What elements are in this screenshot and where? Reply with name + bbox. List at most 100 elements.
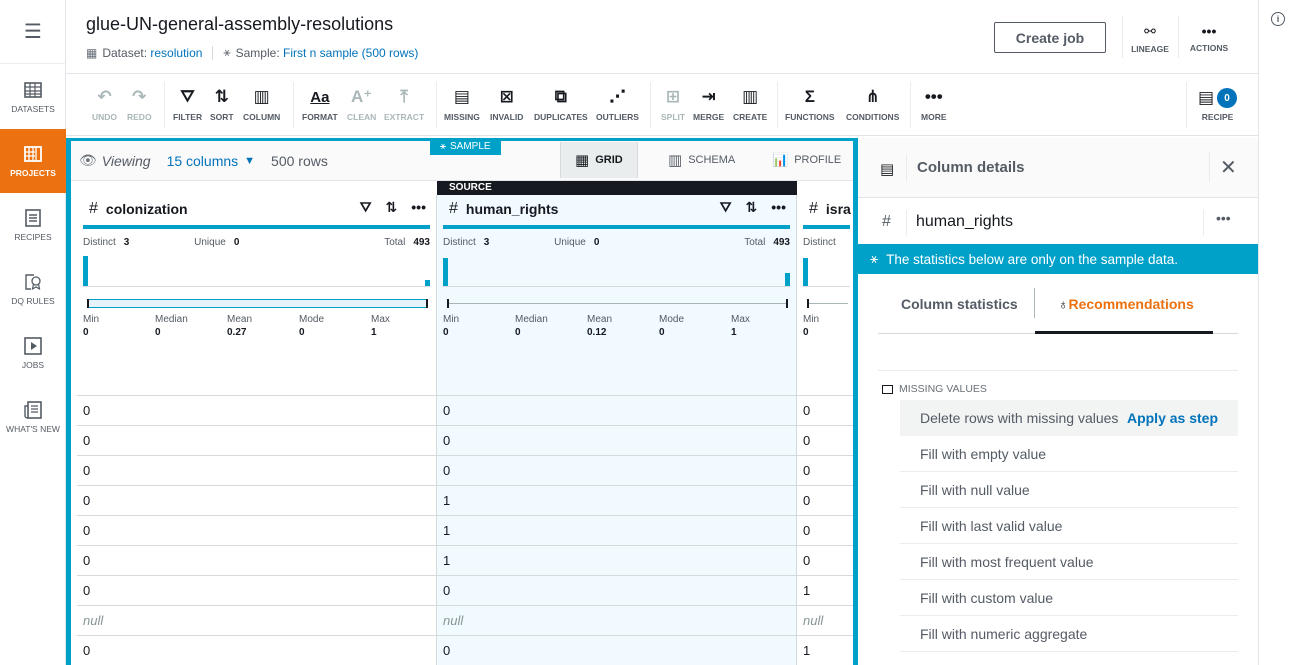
nav-jobs[interactable]: JOBS: [0, 322, 66, 384]
nav-datasets[interactable]: DATASETS: [0, 66, 66, 128]
table-cell[interactable]: 0: [77, 515, 436, 545]
table-cell[interactable]: 0: [797, 455, 853, 485]
undo-button[interactable]: ↶ UNDO: [92, 86, 117, 122]
sort-button[interactable]: ⇅ SORT: [210, 86, 234, 122]
table-cell[interactable]: 1: [797, 635, 853, 665]
column-header[interactable]: # human_rights ⛛ ⇅ •••: [437, 195, 796, 223]
table-cell[interactable]: 0: [437, 395, 796, 425]
table-cell[interactable]: 0: [77, 455, 436, 485]
recommendation-item[interactable]: Fill with null value: [900, 472, 1238, 508]
table-cell[interactable]: 1: [437, 515, 796, 545]
create-button[interactable]: ▥ CREATE: [733, 86, 767, 122]
invalid-button[interactable]: ⊠ INVALID: [490, 86, 523, 122]
column-more-icon[interactable]: •••: [1216, 210, 1231, 226]
table-cell[interactable]: 0: [77, 545, 436, 575]
details-doc-icon: ▤: [880, 161, 895, 178]
lineage-button[interactable]: ⚯ LINEAGE: [1130, 18, 1170, 58]
column-filter-icon[interactable]: ⛛: [360, 199, 372, 216]
column-header[interactable]: # colonization ⛛ ⇅ •••: [77, 195, 436, 223]
caret-down-icon[interactable]: ▼: [244, 155, 255, 167]
redo-button[interactable]: ↷ REDO: [127, 86, 152, 122]
stat-max: Max 1: [371, 314, 390, 338]
table-cell[interactable]: 0: [437, 575, 796, 605]
column-sort-icon[interactable]: ⇅: [746, 199, 758, 216]
lineage-icon: ⚯: [1144, 22, 1156, 39]
format-button[interactable]: Aa FORMAT: [302, 86, 338, 123]
tab-profile[interactable]: 📊 PROFILE: [758, 142, 853, 178]
range-plot: [807, 299, 848, 308]
info-icon[interactable]: i: [1271, 12, 1285, 26]
tab-schema[interactable]: ▥ SCHEMA: [654, 142, 749, 178]
table-cell[interactable]: 1: [797, 575, 853, 605]
recommendation-item[interactable]: Fill with last valid value: [900, 508, 1238, 544]
filter-button[interactable]: ⛛ FILTER: [173, 86, 202, 122]
nav-recipes[interactable]: RECIPES: [0, 194, 66, 256]
table-cell[interactable]: 0: [797, 545, 853, 575]
table-cell[interactable]: 0: [797, 485, 853, 515]
column-button[interactable]: ▥ COLUMN: [243, 86, 280, 122]
table-cell[interactable]: 0: [77, 575, 436, 605]
sample-link[interactable]: First n sample (500 rows): [283, 46, 418, 60]
tab-grid[interactable]: ▦ GRID: [560, 142, 638, 178]
recommendation-item[interactable]: Delete rows with missing values Apply as …: [900, 400, 1238, 436]
recommendation-item[interactable]: Fill with empty value: [900, 436, 1238, 472]
grid-column-human_rights[interactable]: # human_rights ⛛ ⇅ ••• Distinct 3 Unique 0 Total 4…: [437, 195, 797, 665]
tab-column-statistics[interactable]: Column statistics: [901, 296, 1018, 312]
merge-button[interactable]: ⇥ MERGE: [693, 86, 724, 122]
table-cell[interactable]: 0: [797, 515, 853, 545]
recommendation-item[interactable]: Fill with numeric aggregate: [900, 616, 1238, 652]
table-cell[interactable]: 0: [437, 425, 796, 455]
create-job-button[interactable]: Create job: [994, 22, 1106, 53]
close-icon[interactable]: ✕: [1220, 155, 1237, 180]
columns-dropdown[interactable]: 15 columns: [167, 153, 239, 169]
extract-button[interactable]: ⤒ EXTRACT: [384, 86, 424, 122]
table-cell[interactable]: 0: [437, 455, 796, 485]
nav-dq-rules[interactable]: DQ RULES: [0, 258, 66, 320]
split-button[interactable]: ⊞ SPLIT: [661, 86, 685, 122]
ellipsis-icon: •••: [1201, 23, 1217, 39]
recipe-button[interactable]: ▤ 0 RECIPE: [1198, 88, 1238, 122]
table-cell[interactable]: 0: [77, 425, 436, 455]
nav-projects[interactable]: PROJECTS: [0, 129, 66, 193]
actions-button[interactable]: ••• ACTIONS: [1184, 18, 1234, 58]
table-cell[interactable]: 0: [797, 425, 853, 455]
nav-whats-new[interactable]: WHAT'S NEW: [0, 386, 66, 448]
table-cell[interactable]: 1: [437, 545, 796, 575]
table-cell[interactable]: 1: [437, 485, 796, 515]
column-sort-icon[interactable]: ⇅: [386, 199, 398, 216]
recommendation-label: Fill with most frequent value: [920, 553, 1094, 570]
duplicates-button[interactable]: ⧉ DUPLICATES: [534, 86, 588, 122]
table-cell[interactable]: 0: [77, 395, 436, 425]
stat-mode: Mode 0: [299, 314, 325, 338]
conditions-button[interactable]: ⋔ CONDITIONS: [846, 86, 899, 122]
details-header: ▤ Column details ✕: [858, 138, 1258, 198]
dataset-link[interactable]: resolution: [150, 46, 202, 60]
nav-label: DQ RULES: [11, 296, 55, 306]
sample-icon: ⚹: [223, 45, 231, 59]
column-menu-icon[interactable]: •••: [771, 199, 786, 216]
table-cell[interactable]: 0: [77, 485, 436, 515]
recommendation-item[interactable]: Fill with custom value: [900, 580, 1238, 616]
column-menu-icon[interactable]: •••: [411, 199, 426, 216]
table-cell[interactable]: 0: [797, 395, 853, 425]
grid-column-isra[interactable]: # isra Distinct Min 0 0 0 0 0 0 0 1 null 1: [797, 195, 853, 665]
table-cell[interactable]: null: [437, 605, 796, 635]
sample-tag: ⚹ SAMPLE: [430, 141, 501, 155]
tab-recommendations[interactable]: ♁Recommendations: [1058, 296, 1194, 312]
apply-as-step-link[interactable]: Apply as step: [1127, 410, 1218, 426]
outliers-button[interactable]: ⋰ OUTLIERS: [596, 86, 639, 122]
more-button[interactable]: ••• MORE: [921, 86, 947, 122]
table-cell[interactable]: null: [77, 605, 436, 635]
hamburger-icon[interactable]: ☰: [0, 0, 66, 64]
table-cell[interactable]: 0: [437, 635, 796, 665]
grid-column-colonization[interactable]: # colonization ⛛ ⇅ ••• Distinct 3 Unique 0 Total 4…: [77, 195, 437, 665]
column-header[interactable]: # isra: [797, 195, 853, 223]
column-filter-icon[interactable]: ⛛: [720, 199, 732, 216]
stat-mean: Mean 0.12: [587, 314, 613, 338]
clean-button[interactable]: A⁺ CLEAN: [347, 86, 376, 122]
recommendation-item[interactable]: Fill with most frequent value: [900, 544, 1238, 580]
functions-button[interactable]: Σ FUNCTIONS: [785, 86, 835, 122]
table-cell[interactable]: null: [797, 605, 853, 635]
table-cell[interactable]: 0: [77, 635, 436, 665]
missing-button[interactable]: ▤ MISSING: [444, 86, 480, 122]
